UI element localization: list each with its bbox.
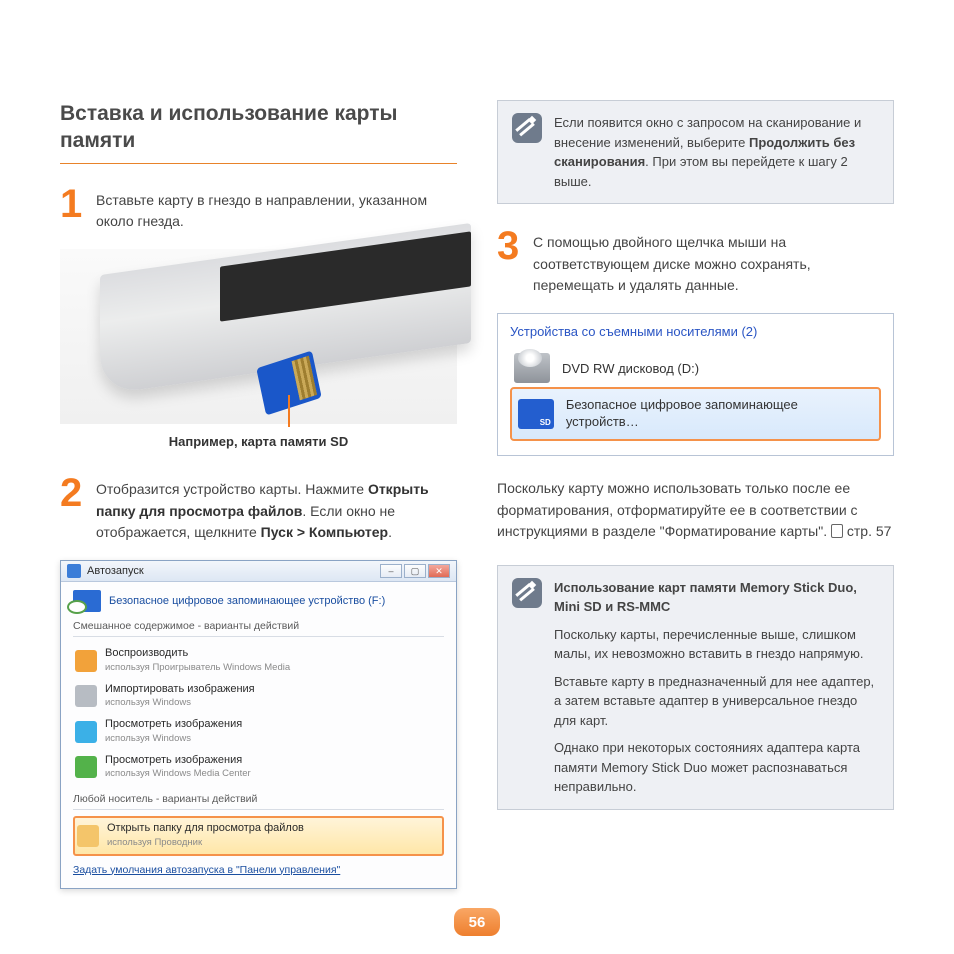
laptop-illustration [60,249,457,424]
note-adapter: Использование карт памяти Memory Stick D… [497,565,894,810]
devices-header: Устройства со съемными носителями (2) [510,324,881,339]
device-sd[interactable]: Безопасное цифровое запоминающее устройс… [510,387,881,441]
autoplay-item-play[interactable]: Воспроизводитьиспользуя Проигрыватель Wi… [73,643,444,679]
photo-viewer-icon [75,721,97,743]
step-number-2: 2 [60,475,86,511]
autoplay-item-view-2[interactable]: Просмотреть изображенияиспользуя Windows… [73,750,444,786]
folder-icon [77,825,99,847]
minimize-button[interactable]: – [380,564,402,578]
step-number-1: 1 [60,186,86,222]
autoplay-item-open-folder[interactable]: Открыть папку для просмотра файловисполь… [73,816,444,856]
play-icon [75,650,97,672]
autoplay-defaults-link[interactable]: Задать умолчания автозапуска в "Панели у… [73,864,340,876]
sd-device-icon [73,590,101,612]
page-title: Вставка и использование карты памяти [60,100,457,155]
device-dvd[interactable]: DVD RW дисковод (D:) [510,349,881,387]
autoplay-icon [67,564,81,578]
autoplay-item-import[interactable]: Импортировать изображенияиспользуя Windo… [73,679,444,715]
page-number: 56 [454,908,500,936]
device-sd-label: Безопасное цифровое запоминающее устройс… [566,397,873,431]
autoplay-device: Безопасное цифровое запоминающее устройс… [73,590,444,612]
media-center-icon [75,756,97,778]
pencil-note-icon [512,578,542,608]
divider [60,163,457,164]
step-1: 1 Вставьте карту в гнездо в направлении,… [60,186,457,233]
formatting-paragraph: Поскольку карту можно использовать тольк… [497,478,894,543]
camera-icon [75,685,97,707]
autoplay-window: Автозапуск – ▢ ✕ Безопасное цифровое зап… [60,560,457,889]
removable-devices-panel: Устройства со съемными носителями (2) DV… [497,313,894,456]
pencil-note-icon [512,113,542,143]
step-3: 3 С помощью двойного щелчка мыши на соот… [497,228,894,297]
autoplay-item-view-1[interactable]: Просмотреть изображенияиспользуя Windows [73,714,444,750]
sd-caption: Например, карта памяти SD [60,434,457,449]
note-scan: Если появится окно с запросом на сканиро… [497,100,894,204]
page-ref-icon [831,524,843,538]
sd-drive-icon [518,399,554,429]
step-2-text: Отобразится устройство карты. Нажмите От… [96,475,457,544]
autoplay-section-mixed: Смешанное содержимое - варианты действий [73,620,444,632]
step-number-3: 3 [497,228,523,264]
step-1-text: Вставьте карту в гнездо в направлении, у… [96,186,457,233]
close-button[interactable]: ✕ [428,564,450,578]
step-3-text: С помощью двойного щелчка мыши на соотве… [533,228,894,297]
maximize-button[interactable]: ▢ [404,564,426,578]
callout-line [288,395,290,427]
autoplay-title: Автозапуск [87,565,144,577]
autoplay-titlebar: Автозапуск – ▢ ✕ [61,561,456,582]
step-2: 2 Отобразится устройство карты. Нажмите … [60,475,457,544]
device-dvd-label: DVD RW дисковод (D:) [562,361,699,376]
autoplay-section-any: Любой носитель - варианты действий [73,793,444,805]
dvd-drive-icon [514,353,550,383]
